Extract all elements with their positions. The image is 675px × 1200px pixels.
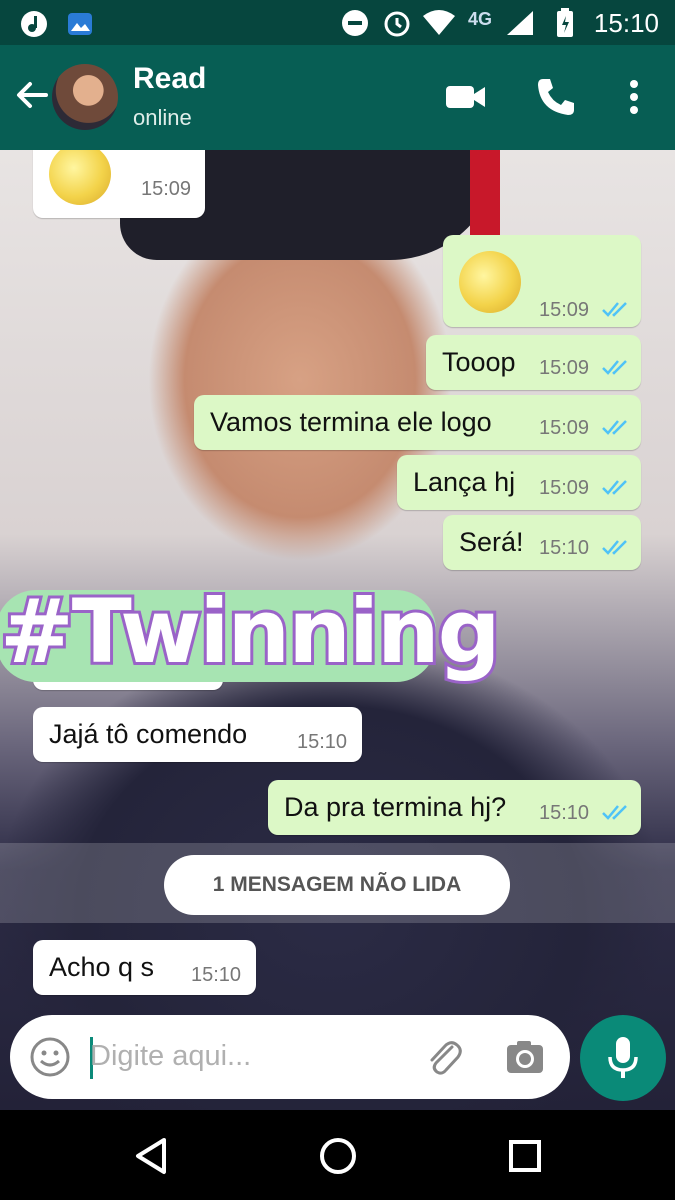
message-text: Da pra termina hj? xyxy=(284,792,507,822)
mic-button[interactable] xyxy=(580,1015,666,1101)
music-note-icon xyxy=(21,11,47,37)
status-bar: 4G 15:10 xyxy=(0,0,675,45)
emoji-icon[interactable] xyxy=(29,1036,71,1078)
mic-icon xyxy=(608,1037,638,1078)
message-text: Tooop xyxy=(442,347,516,377)
chat-header: Read online xyxy=(0,45,675,150)
message-text: Acho q s xyxy=(49,952,155,982)
message-time: 15:09 xyxy=(141,178,192,200)
message-bubble-outgoing[interactable]: Lança hj 15:09 xyxy=(397,455,641,510)
unread-divider: 1 MENSAGEM NÃO LIDA xyxy=(0,843,675,923)
contact-status: online xyxy=(133,105,192,130)
read-ticks-icon xyxy=(602,480,627,495)
nav-back-icon[interactable] xyxy=(130,1134,174,1178)
unread-count-badge: 1 MENSAGEM NÃO LIDA xyxy=(164,855,510,915)
read-ticks-icon xyxy=(602,540,627,555)
message-time: 15:10 xyxy=(297,731,348,753)
network-type: 4G xyxy=(468,9,493,29)
read-ticks-icon xyxy=(602,302,627,317)
status-time: 15:10 xyxy=(593,8,659,38)
chat-wallpaper: 15:09 15:09 Tooop 15:09 Vamos termina el… xyxy=(0,150,675,1110)
message-composer: Digite aqui... xyxy=(10,1015,570,1099)
twinning-sticker: #Twinning xyxy=(0,577,504,698)
message-time: 15:09 xyxy=(539,477,590,499)
message-bubble-incoming[interactable]: 15:09 xyxy=(33,150,205,218)
read-ticks-icon xyxy=(602,360,627,375)
alarm-icon xyxy=(384,11,410,37)
message-text: Vamos termina ele logo xyxy=(210,407,492,437)
phone-icon[interactable] xyxy=(534,75,578,119)
wifi-icon xyxy=(423,10,455,35)
message-input[interactable]: Digite aqui... xyxy=(90,1040,251,1073)
camera-icon[interactable] xyxy=(504,1036,546,1078)
message-bubble-outgoing[interactable]: Da pra termina hj? 15:10 xyxy=(268,780,641,835)
image-icon xyxy=(68,13,92,35)
nav-home-icon[interactable] xyxy=(316,1134,360,1178)
read-ticks-icon xyxy=(602,805,627,820)
message-bubble-outgoing[interactable]: Vamos termina ele logo 15:09 xyxy=(194,395,641,450)
message-text: Jajá tô comendo xyxy=(49,719,248,749)
sticker-text: #Twinning xyxy=(0,577,504,686)
avatar[interactable] xyxy=(52,64,118,130)
moon-face-emoji xyxy=(459,251,521,313)
read-ticks-icon xyxy=(602,420,627,435)
signal-icon xyxy=(507,11,533,35)
more-vert-icon[interactable] xyxy=(612,75,656,119)
attach-icon[interactable] xyxy=(422,1035,466,1079)
message-bubble-incoming[interactable]: Acho q s 15:10 xyxy=(33,940,256,995)
message-text: Lança hj xyxy=(413,467,516,497)
back-arrow-icon[interactable] xyxy=(12,75,52,115)
message-bubble-outgoing[interactable]: 15:09 xyxy=(443,235,641,327)
message-time: 15:09 xyxy=(539,299,590,321)
message-time: 15:10 xyxy=(191,964,242,986)
message-bubble-outgoing[interactable]: Será! 15:10 xyxy=(443,515,641,570)
message-time: 15:10 xyxy=(539,537,590,559)
moon-face-emoji xyxy=(49,150,111,205)
dnd-icon xyxy=(342,10,368,36)
message-time: 15:09 xyxy=(539,417,590,439)
video-call-icon[interactable] xyxy=(444,75,488,119)
message-time: 15:10 xyxy=(539,802,590,824)
message-time: 15:09 xyxy=(539,357,590,379)
system-nav-bar xyxy=(0,1110,675,1200)
nav-recents-icon[interactable] xyxy=(503,1134,547,1178)
message-bubble-incoming[interactable]: Jajá tô comendo 15:10 xyxy=(33,707,362,762)
battery-icon xyxy=(557,8,573,37)
contact-name[interactable]: Read xyxy=(133,62,206,96)
message-bubble-outgoing[interactable]: Tooop 15:09 xyxy=(426,335,641,390)
message-text: Será! xyxy=(459,527,524,557)
